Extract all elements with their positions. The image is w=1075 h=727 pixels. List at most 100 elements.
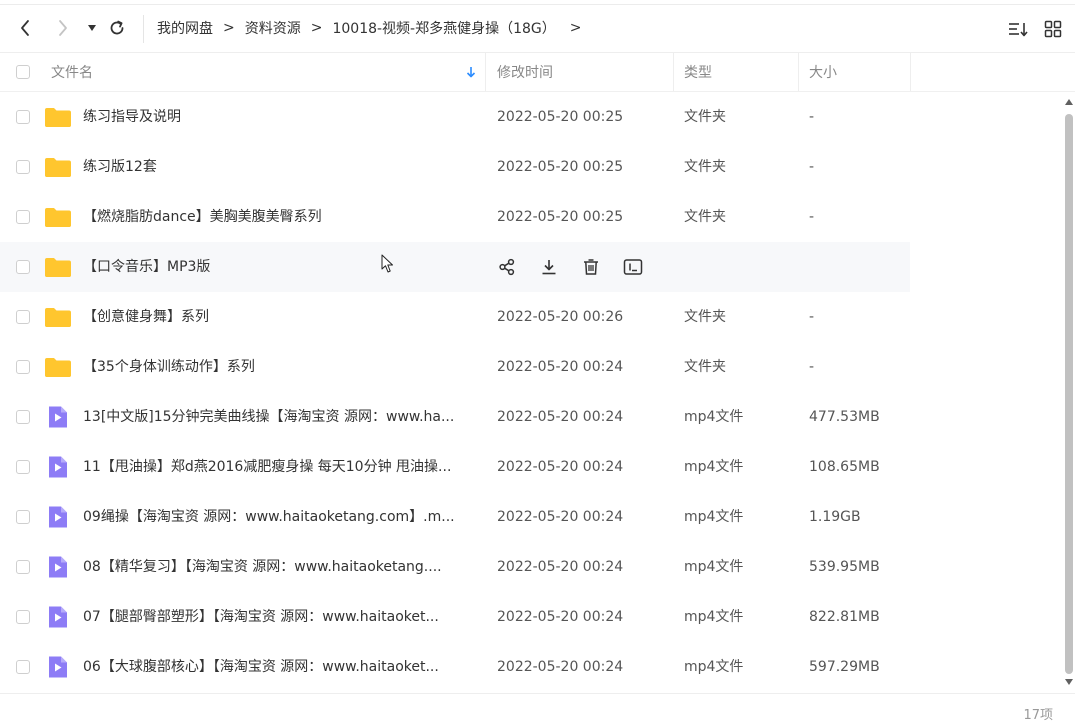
row-checkbox[interactable] bbox=[16, 410, 30, 424]
row-checkbox[interactable] bbox=[16, 360, 30, 374]
file-name[interactable]: 【燃烧脂肪dance】美胸美腹美臀系列 bbox=[83, 192, 476, 242]
column-size[interactable]: 大小 bbox=[809, 53, 837, 91]
row-checkbox[interactable] bbox=[16, 210, 30, 224]
file-row[interactable]: 11【甩油操】郑d燕2016减肥瘦身操 每天10分钟 甩油操... 2022-05… bbox=[0, 442, 910, 492]
file-name[interactable]: 练习指导及说明 bbox=[83, 92, 476, 142]
row-checkbox[interactable] bbox=[16, 660, 30, 674]
file-name[interactable]: 09绳操【海淘宝资 源网：www.haitaoketang.com】.m... bbox=[83, 492, 476, 542]
file-name[interactable]: 11【甩油操】郑d燕2016减肥瘦身操 每天10分钟 甩油操... bbox=[83, 442, 476, 492]
back-button[interactable] bbox=[15, 17, 35, 39]
scroll-down-icon bbox=[1065, 679, 1073, 685]
scroll-thumb[interactable] bbox=[1065, 114, 1073, 674]
file-size: - bbox=[809, 159, 815, 175]
file-row[interactable]: 【口令音乐】MP3版 bbox=[0, 242, 910, 292]
column-divider[interactable] bbox=[485, 53, 486, 91]
file-row[interactable]: 【创意健身舞】系列 2022-05-20 00:26 文件夹 - bbox=[0, 292, 910, 342]
file-manager-window: 我的网盘 > 资料资源 > 10018-视频-郑多燕健身操（18G） > 文件名… bbox=[0, 0, 1075, 727]
breadcrumb-item-current[interactable]: 10018-视频-郑多燕健身操（18G） bbox=[332, 18, 555, 38]
file-modified-time: 2022-05-20 00:24 bbox=[497, 659, 624, 675]
file-modified-time: 2022-05-20 00:24 bbox=[497, 509, 624, 525]
breadcrumb-item-root[interactable]: 我的网盘 bbox=[157, 18, 213, 38]
file-modified-time: 2022-05-20 00:25 bbox=[497, 209, 624, 225]
row-checkbox[interactable] bbox=[16, 110, 30, 124]
column-name[interactable]: 文件名 bbox=[51, 53, 93, 91]
file-name[interactable]: 练习版12套 bbox=[83, 142, 476, 192]
row-checkbox[interactable] bbox=[16, 460, 30, 474]
file-name[interactable]: 【35个身体训练动作】系列 bbox=[83, 342, 476, 392]
file-row[interactable]: 08【精华复习】【海淘宝资 源网：www.haitaoketang.... 202… bbox=[0, 542, 910, 592]
folder-icon bbox=[45, 108, 71, 127]
scroll-down-button[interactable] bbox=[1063, 676, 1075, 688]
video-file-icon bbox=[49, 656, 67, 678]
scroll-up-button[interactable] bbox=[1063, 96, 1075, 108]
file-type: 文件夹 bbox=[684, 109, 726, 125]
status-bar: 17项 bbox=[0, 693, 1075, 727]
caret-down-icon bbox=[88, 25, 96, 31]
sort-down-arrow-icon bbox=[466, 67, 476, 78]
row-checkbox[interactable] bbox=[16, 310, 30, 324]
delete-icon bbox=[584, 259, 598, 275]
file-row[interactable]: 09绳操【海淘宝资 源网：www.haitaoketang.com】.m... 2… bbox=[0, 492, 910, 542]
file-row[interactable]: 练习版12套 2022-05-20 00:25 文件夹 - bbox=[0, 142, 910, 192]
item-count: 17项 bbox=[1023, 708, 1053, 723]
select-all-checkbox[interactable] bbox=[16, 65, 30, 79]
file-name[interactable]: 07【腿部臀部塑形】【海淘宝资 源网：www.haitaoket... bbox=[83, 592, 476, 642]
delete-button[interactable] bbox=[581, 257, 601, 277]
file-size: - bbox=[809, 109, 815, 125]
sort-button[interactable] bbox=[1006, 18, 1030, 40]
grid-view-button[interactable] bbox=[1041, 18, 1065, 40]
file-modified-time: 2022-05-20 00:24 bbox=[497, 559, 624, 575]
file-name[interactable]: 【创意健身舞】系列 bbox=[83, 292, 476, 342]
grid-view-icon bbox=[1044, 20, 1062, 38]
file-size: - bbox=[809, 209, 815, 225]
breadcrumb-item-resources[interactable]: 资料资源 bbox=[245, 18, 301, 38]
row-checkbox[interactable] bbox=[16, 510, 30, 524]
breadcrumb-separator: > bbox=[223, 20, 235, 36]
file-type: mp4文件 bbox=[684, 409, 744, 425]
file-size: 108.65MB bbox=[809, 459, 880, 475]
folder-icon bbox=[45, 308, 71, 327]
file-row[interactable]: 【燃烧脂肪dance】美胸美腹美臀系列 2022-05-20 00:25 文件夹 - bbox=[0, 192, 910, 242]
chevron-right-icon bbox=[59, 20, 67, 36]
column-type[interactable]: 类型 bbox=[684, 53, 712, 91]
file-name[interactable]: 06【大球腹部核心】【海淘宝资 源网：www.haitaoket... bbox=[83, 642, 476, 692]
download-button[interactable] bbox=[539, 257, 559, 277]
file-modified-time: 2022-05-20 00:24 bbox=[497, 359, 624, 375]
file-modified-time: 2022-05-20 00:24 bbox=[497, 409, 624, 425]
column-divider[interactable] bbox=[673, 53, 674, 91]
navigation-bar: 我的网盘 > 资料资源 > 10018-视频-郑多燕健身操（18G） > bbox=[0, 5, 1075, 53]
file-type: 文件夹 bbox=[684, 359, 726, 375]
rename-button[interactable] bbox=[623, 257, 643, 277]
file-row[interactable]: 07【腿部臀部塑形】【海淘宝资 源网：www.haitaoket... 2022-… bbox=[0, 592, 910, 642]
file-row[interactable]: 【35个身体训练动作】系列 2022-05-20 00:24 文件夹 - bbox=[0, 342, 910, 392]
file-size: 539.95MB bbox=[809, 559, 880, 575]
file-modified-time: 2022-05-20 00:24 bbox=[497, 609, 624, 625]
file-name[interactable]: 13[中文版]15分钟完美曲线操【海淘宝资 源网：www.ha... bbox=[83, 392, 476, 442]
column-modified[interactable]: 修改时间 bbox=[497, 53, 553, 91]
vertical-scrollbar[interactable] bbox=[1063, 92, 1075, 692]
share-button[interactable] bbox=[497, 257, 517, 277]
file-name[interactable]: 【口令音乐】MP3版 bbox=[83, 242, 476, 292]
sort-indicator[interactable] bbox=[466, 53, 476, 91]
file-type: mp4文件 bbox=[684, 609, 744, 625]
forward-button[interactable] bbox=[53, 17, 73, 39]
file-name[interactable]: 08【精华复习】【海淘宝资 源网：www.haitaoketang.... bbox=[83, 542, 476, 592]
sort-list-icon bbox=[1009, 23, 1028, 37]
file-row[interactable]: 练习指导及说明 2022-05-20 00:25 文件夹 - bbox=[0, 92, 910, 142]
row-checkbox[interactable] bbox=[16, 560, 30, 574]
file-row[interactable]: 13[中文版]15分钟完美曲线操【海淘宝资 源网：www.ha... 2022-0… bbox=[0, 392, 910, 442]
breadcrumb-expand-button[interactable]: > bbox=[570, 20, 582, 36]
history-dropdown-button[interactable] bbox=[82, 17, 102, 39]
rename-icon bbox=[623, 259, 643, 275]
file-type: 文件夹 bbox=[684, 159, 726, 175]
row-checkbox[interactable] bbox=[16, 160, 30, 174]
row-checkbox[interactable] bbox=[16, 260, 30, 274]
video-file-icon bbox=[49, 406, 67, 428]
mouse-pointer-icon bbox=[381, 254, 393, 273]
column-divider[interactable] bbox=[798, 53, 799, 91]
refresh-button[interactable] bbox=[107, 17, 127, 39]
column-divider[interactable] bbox=[910, 53, 911, 91]
file-type: mp4文件 bbox=[684, 659, 744, 675]
file-row[interactable]: 06【大球腹部核心】【海淘宝资 源网：www.haitaoket... 2022-… bbox=[0, 642, 910, 692]
row-checkbox[interactable] bbox=[16, 610, 30, 624]
